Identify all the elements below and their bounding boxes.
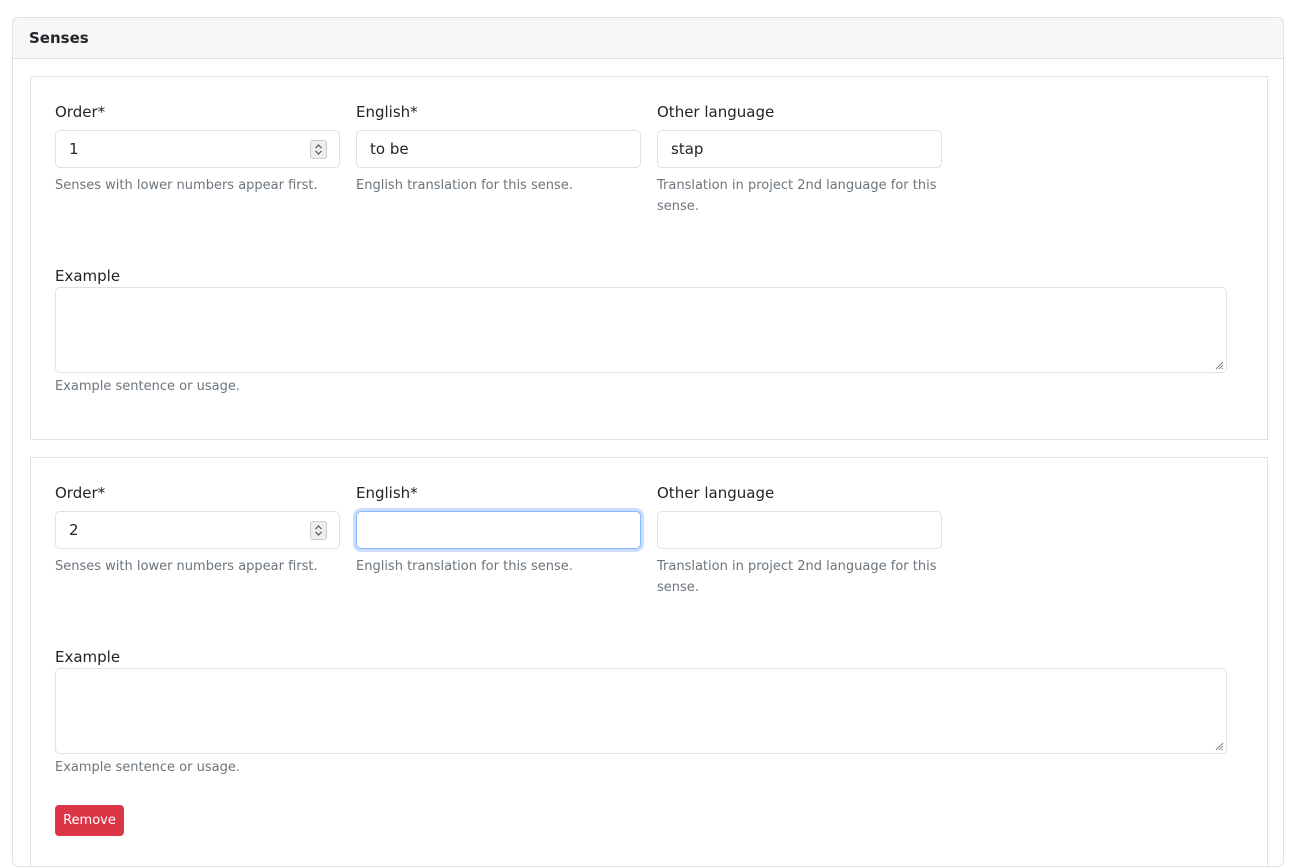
resize-grip-icon[interactable] [1215, 361, 1224, 370]
example-textarea[interactable] [55, 668, 1227, 754]
english-field: English* English translation for this se… [356, 484, 641, 604]
english-help: English translation for this sense. [356, 178, 573, 193]
order-label: Order* [55, 484, 106, 502]
order-input[interactable]: 2 [55, 511, 340, 549]
other-language-field: Other language Translation in project 2n… [657, 484, 942, 614]
order-spinner[interactable] [310, 521, 327, 540]
example-field: Example Example sentence or usage. [55, 648, 1227, 788]
example-textarea[interactable] [55, 287, 1227, 373]
remove-button[interactable]: Remove [55, 805, 124, 836]
other-language-input[interactable] [657, 511, 942, 549]
senses-card: Senses Order* 1 Senses with lower number… [12, 17, 1284, 867]
resize-grip-icon[interactable] [1215, 742, 1224, 751]
order-input[interactable]: 1 [55, 130, 340, 168]
english-input[interactable] [356, 511, 641, 549]
sense-form-2: Order* 2 Senses with lower numbers appea… [30, 457, 1268, 866]
other-language-help: Translation in project 2nd language for … [657, 559, 937, 595]
order-field: Order* 1 Senses with lower numbers appea… [55, 103, 340, 223]
order-value: 1 [69, 140, 79, 158]
example-label: Example [55, 267, 121, 285]
order-label: Order* [55, 103, 106, 121]
card-header: Senses [13, 18, 1283, 59]
other-language-value: stap [671, 140, 704, 158]
english-value: to be [370, 140, 409, 158]
order-help: Senses with lower numbers appear first. [55, 559, 318, 574]
english-label: English* [356, 484, 418, 502]
card-title: Senses [29, 29, 89, 47]
example-field: Example Example sentence or usage. [55, 267, 1227, 407]
english-help: English translation for this sense. [356, 559, 573, 574]
order-value: 2 [69, 521, 79, 539]
example-help: Example sentence or usage. [55, 379, 240, 394]
stepper-arrows-icon [315, 144, 322, 155]
english-label: English* [356, 103, 418, 121]
sense-form-1: Order* 1 Senses with lower numbers appea… [30, 76, 1268, 440]
example-help: Example sentence or usage. [55, 760, 240, 775]
other-language-help: Translation in project 2nd language for … [657, 178, 937, 214]
example-label: Example [55, 648, 121, 666]
order-field: Order* 2 Senses with lower numbers appea… [55, 484, 340, 604]
other-language-input[interactable]: stap [657, 130, 942, 168]
other-language-label: Other language [657, 484, 775, 502]
other-language-field: Other language stap Translation in proje… [657, 103, 942, 233]
other-language-label: Other language [657, 103, 775, 121]
stepper-arrows-icon [315, 525, 322, 536]
english-field: English* to be English translation for t… [356, 103, 641, 223]
english-input[interactable]: to be [356, 130, 641, 168]
order-help: Senses with lower numbers appear first. [55, 178, 318, 193]
order-spinner[interactable] [310, 140, 327, 159]
